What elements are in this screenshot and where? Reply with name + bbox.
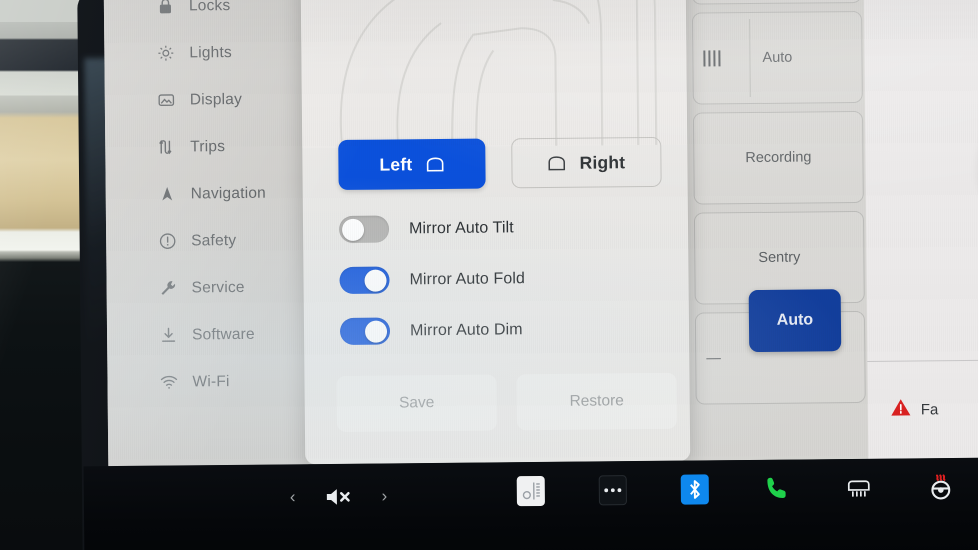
mirror-left-label: Left xyxy=(379,153,413,175)
more-dots-icon[interactable] xyxy=(596,473,630,507)
sidebar-item-trips[interactable]: Trips xyxy=(105,122,305,171)
sidebar-item-label: Wi-Fi xyxy=(192,372,230,390)
mirror-auto-fold-row: Mirror Auto Fold xyxy=(339,265,526,295)
sidebar-item-label: Navigation xyxy=(190,184,267,202)
photo-of-touchscreen: Autopilot Locks Lights xyxy=(0,0,978,550)
mirror-left-button[interactable]: Left xyxy=(338,138,486,191)
climate-card-icon[interactable] xyxy=(514,474,548,508)
glovebox-card[interactable]: Glovebox xyxy=(691,0,862,5)
mirror-auto-tilt-toggle[interactable] xyxy=(338,215,390,244)
chevron-left-icon[interactable]: ‹ xyxy=(290,487,296,507)
mirror-auto-tilt-label: Mirror Auto Tilt xyxy=(408,218,514,237)
toggle-knob xyxy=(341,218,365,241)
wrench-icon xyxy=(159,279,178,298)
card-label: Auto xyxy=(762,49,793,66)
mirror-auto-fold-label: Mirror Auto Fold xyxy=(409,269,526,288)
mirror-settings-modal: Left Right Mirror Auto Tilt Mirror Auto … xyxy=(300,0,691,465)
rear-defrost-icon[interactable] xyxy=(842,471,876,505)
card-label: Recording xyxy=(745,149,812,167)
sidebar-item-software[interactable]: Software xyxy=(107,310,307,359)
mirror-right-button[interactable]: Right xyxy=(511,136,662,189)
sidebar-item-label: Safety xyxy=(191,231,237,249)
wifi-icon xyxy=(159,373,178,392)
volume-muted-icon[interactable] xyxy=(321,480,355,514)
sidebar-item-safety[interactable]: Safety xyxy=(106,216,306,265)
dash-icon: — xyxy=(706,350,721,367)
lock-icon xyxy=(156,0,175,16)
taskbar-app-icons xyxy=(514,469,978,508)
wiper-auto-card[interactable]: Auto xyxy=(691,10,863,105)
sidebar-item-label: Display xyxy=(189,90,243,108)
sidebar-item-service[interactable]: Service xyxy=(106,263,306,312)
sidebar-item-navigation[interactable]: Navigation xyxy=(105,169,305,218)
sidebar-item-locks[interactable]: Locks xyxy=(104,0,304,30)
wiper-speed-bars-icon xyxy=(703,50,721,67)
restore-button-label: Restore xyxy=(569,392,624,410)
bluetooth-icon[interactable] xyxy=(678,472,712,506)
download-icon xyxy=(159,326,178,345)
heated-steering-wheel-icon[interactable] xyxy=(924,470,958,504)
mirror-auto-dim-toggle[interactable] xyxy=(339,317,391,346)
right-control-column: Glovebox Auto Recording Sentry — Auto xyxy=(673,0,868,461)
mirror-side-selector: Left Right xyxy=(338,136,662,191)
mirror-right-icon xyxy=(547,155,566,170)
taskbar-volume-group: ‹ › xyxy=(290,479,388,514)
taskbar: ‹ › xyxy=(83,457,978,550)
warning-row: Fa xyxy=(890,396,939,422)
warning-triangle-icon xyxy=(890,397,912,423)
sidebar-item-lights[interactable]: Lights xyxy=(104,28,304,77)
navigation-arrow-icon xyxy=(158,185,177,204)
sidebar-item-label: Service xyxy=(191,278,245,296)
sidebar-item-label: Locks xyxy=(188,0,231,14)
modal-footer: Save Restore xyxy=(336,372,677,433)
auto-button-label: Auto xyxy=(776,311,814,329)
touchscreen-surface: Autopilot Locks Lights xyxy=(103,0,978,467)
display-icon xyxy=(157,91,176,110)
restore-button[interactable]: Restore xyxy=(516,372,677,431)
sidebar-item-display[interactable]: Display xyxy=(105,75,305,124)
mirror-auto-fold-toggle[interactable] xyxy=(339,266,390,295)
save-button-label: Save xyxy=(398,394,435,412)
mirror-auto-dim-row: Mirror Auto Dim xyxy=(339,316,523,346)
seat-and-steering-wheel-line-art xyxy=(300,0,688,149)
mirror-left-icon xyxy=(425,156,444,172)
trips-icon xyxy=(157,138,176,157)
recording-card[interactable]: Recording xyxy=(692,110,864,205)
card-divider xyxy=(749,19,751,98)
chevron-right-icon[interactable]: › xyxy=(381,486,387,506)
sidebar-item-label: Lights xyxy=(189,43,232,61)
toggle-knob xyxy=(364,320,388,343)
save-button[interactable]: Save xyxy=(336,374,497,433)
alert-circle-icon xyxy=(158,232,177,251)
pane-divider xyxy=(867,359,978,362)
settings-sidebar: Autopilot Locks Lights xyxy=(103,0,309,467)
mirror-right-label: Right xyxy=(579,151,626,173)
warning-text: Fa xyxy=(920,400,939,418)
card-label: Sentry xyxy=(758,249,801,266)
right-app-pane: Ope Fa xyxy=(863,0,978,459)
sidebar-item-label: Trips xyxy=(190,137,226,155)
toggle-knob xyxy=(364,269,387,292)
phone-icon[interactable] xyxy=(760,472,794,506)
mirror-auto-tilt-row: Mirror Auto Tilt xyxy=(338,214,514,244)
sidebar-item-label: Software xyxy=(191,325,255,343)
auto-button[interactable]: Auto xyxy=(748,289,842,353)
sidebar-item-wifi[interactable]: Wi-Fi xyxy=(107,357,307,406)
light-bulb-icon xyxy=(156,44,175,63)
mirror-auto-dim-label: Mirror Auto Dim xyxy=(409,320,523,339)
